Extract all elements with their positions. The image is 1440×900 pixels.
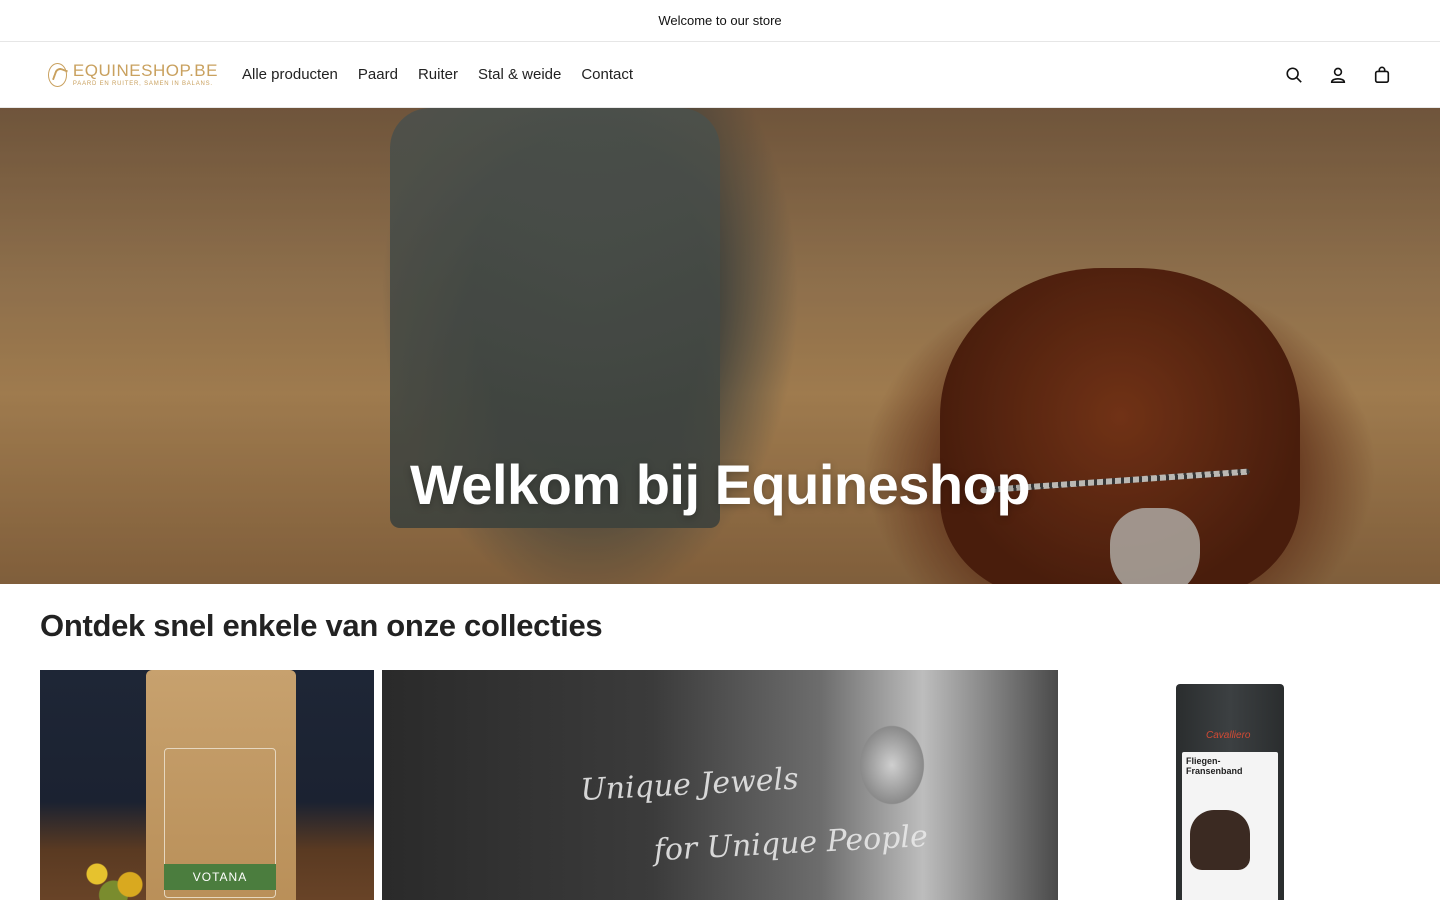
announcement-text: Welcome to our store: [658, 13, 782, 28]
jewels-script-text: Unique Jewels for Unique People: [579, 761, 929, 869]
collection-grid: VOTANA Unique Jewels for Unique People C…: [40, 670, 1400, 900]
announcement-bar: Welcome to our store: [0, 0, 1440, 42]
search-icon[interactable]: [1284, 65, 1304, 85]
collection-card-jewels[interactable]: Unique Jewels for Unique People: [382, 670, 1058, 900]
collections-title: Ontdek snel enkele van onze collecties: [40, 608, 603, 643]
logo[interactable]: EQUINESHOP.BE PAARD EN RUITER, SAMEN IN …: [48, 62, 218, 87]
cart-icon[interactable]: [1372, 65, 1392, 85]
product-title: Fliegen-Fransenband: [1186, 756, 1243, 776]
account-icon[interactable]: [1328, 65, 1348, 85]
feed-brand-label: VOTANA: [164, 864, 276, 890]
nav-item-ruiter[interactable]: Ruiter: [418, 66, 458, 83]
main-nav: Alle producten Paard Ruiter Stal & weide…: [242, 66, 633, 83]
hero-title: Welkom bij Equineshop: [409, 453, 1031, 516]
logo-tagline: PAARD EN RUITER, SAMEN IN BALANS.: [72, 81, 213, 87]
nav-item-stal-weide[interactable]: Stal & weide: [478, 66, 561, 83]
horse-logo-icon: [48, 62, 67, 87]
site-header: EQUINESHOP.BE PAARD EN RUITER, SAMEN IN …: [0, 42, 1440, 108]
header-icons: [1284, 65, 1392, 85]
product-brand: Cavalliero: [1206, 730, 1251, 741]
nav-item-alle-producten[interactable]: Alle producten: [242, 66, 338, 83]
collections-section: Ontdek snel enkele van onze collecties V…: [0, 584, 1440, 900]
nav-item-contact[interactable]: Contact: [581, 66, 633, 83]
collection-card-product[interactable]: Cavalliero Fliegen-Fransenband: [1066, 670, 1400, 900]
collection-card-feed[interactable]: VOTANA: [40, 670, 374, 900]
logo-name: EQUINESHOP.BE: [72, 61, 218, 80]
nav-item-paard[interactable]: Paard: [358, 66, 398, 83]
